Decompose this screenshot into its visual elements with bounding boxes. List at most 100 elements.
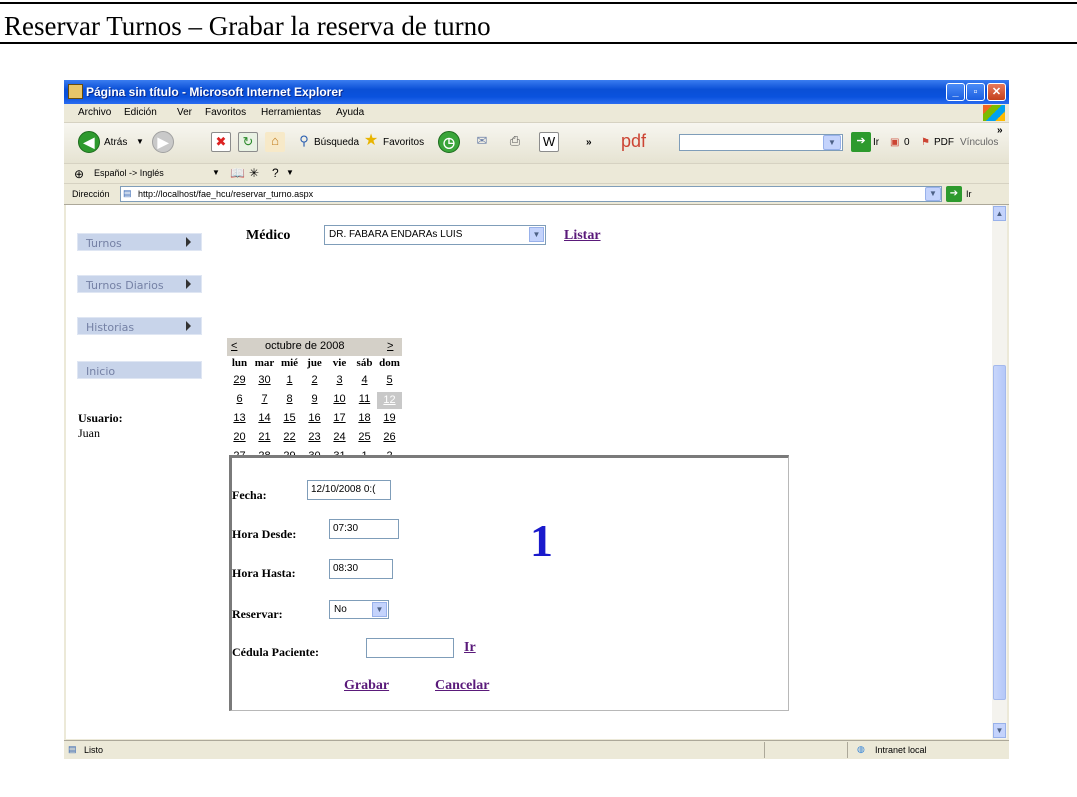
adobe-pdf-icon[interactable]: ⚑	[921, 137, 930, 148]
translation-language[interactable]: Español -> Inglés	[94, 168, 164, 178]
stop-icon[interactable]: ✖	[211, 132, 231, 152]
back-arrow-icon[interactable]: ◀	[78, 131, 100, 153]
cancelar-link[interactable]: Cancelar	[435, 678, 489, 694]
pdf-search-input[interactable]	[679, 134, 843, 151]
calendar-day[interactable]: 23	[302, 431, 327, 443]
address-dropdown-icon[interactable]: ▼	[925, 187, 941, 201]
scroll-thumb[interactable]	[993, 365, 1006, 700]
print-icon[interactable]: ⎙	[505, 132, 525, 152]
menu-ayuda[interactable]: Ayuda	[336, 107, 364, 118]
ir-link[interactable]: Ir	[464, 640, 476, 656]
calendar-day[interactable]: 22	[277, 431, 302, 443]
address-bar: Dirección ▤ http://localhost/fae_hcu/res…	[64, 184, 1009, 205]
fecha-input[interactable]: 12/10/2008 0:(	[307, 480, 391, 500]
calendar-day[interactable]: 29	[227, 374, 252, 386]
links-chevron-icon[interactable]: »	[997, 125, 1003, 136]
menu-ver[interactable]: Ver	[177, 107, 192, 118]
maximize-button[interactable]: ▫	[966, 83, 985, 101]
pdf-toolbar-label[interactable]: pdf	[621, 131, 646, 152]
translate-dictionary-icon[interactable]: ✳	[249, 166, 259, 180]
calendar-day[interactable]: 15	[277, 412, 302, 424]
search-icon[interactable]: ⚲	[294, 132, 314, 152]
history-icon[interactable]: ◷	[438, 131, 460, 153]
sidebar-item-label: Turnos Diarios	[86, 279, 164, 292]
calendar-day[interactable]: 17	[327, 412, 352, 424]
calendar-day[interactable]: 30	[252, 374, 277, 386]
calendar-day[interactable]: 21	[252, 431, 277, 443]
translation-dropdown-icon[interactable]: ▼	[212, 168, 220, 177]
home-icon[interactable]: ⌂	[265, 132, 285, 152]
calendar-next-link[interactable]: >	[387, 340, 393, 352]
hora-hasta-input[interactable]: 08:30	[329, 559, 393, 579]
grabar-link[interactable]: Grabar	[344, 678, 389, 694]
favorites-button-label[interactable]: Favoritos	[383, 137, 424, 148]
calendar-day[interactable]: 4	[352, 374, 377, 386]
window-title: Página sin título - Microsoft Internet E…	[86, 85, 343, 99]
toolbar-chevron-icon[interactable]: »	[586, 137, 592, 148]
sidebar-item-historias[interactable]: Historias	[77, 317, 202, 335]
go-arrow-icon[interactable]: ➔	[851, 132, 871, 152]
doctor-select[interactable]: DR. FABARA ENDARAs LUIS ▼	[324, 225, 546, 245]
links-label[interactable]: Vínculos	[960, 137, 998, 148]
translate-book-icon[interactable]: 📖	[230, 166, 245, 180]
calendar-week-row: 13 14 15 16 17 18 19	[227, 411, 402, 430]
calendar-day[interactable]: 1	[277, 374, 302, 386]
help-icon[interactable]: ?	[272, 166, 279, 180]
menu-archivo[interactable]: Archivo	[78, 107, 111, 118]
address-go-label[interactable]: Ir	[966, 189, 972, 199]
calendar-day[interactable]: 8	[277, 393, 302, 405]
calendar-day[interactable]: 5	[377, 374, 402, 386]
calendar-day[interactable]: 13	[227, 412, 252, 424]
calendar-day[interactable]: 18	[352, 412, 377, 424]
calendar-day[interactable]: 9	[302, 393, 327, 405]
scroll-down-icon[interactable]: ▼	[993, 723, 1006, 738]
sidebar-item-turnos[interactable]: Turnos	[77, 233, 202, 251]
forward-arrow-icon[interactable]: ▶	[152, 131, 174, 153]
pdf-button-label[interactable]: PDF	[934, 137, 954, 148]
calendar-day-selected[interactable]: 12	[377, 392, 402, 409]
calendar-day[interactable]: 24	[327, 431, 352, 443]
hora-desde-input[interactable]: 07:30	[329, 519, 399, 539]
calendar-week-row: 20 21 22 23 24 25 26	[227, 430, 402, 449]
calendar-day[interactable]: 11	[352, 393, 377, 405]
status-divider	[764, 742, 765, 758]
listar-link[interactable]: Listar	[564, 228, 601, 244]
pdf-page-icon[interactable]: ▣	[890, 137, 899, 148]
address-go-icon[interactable]: ➔	[946, 186, 962, 202]
menu-edicion[interactable]: Edición	[124, 107, 157, 118]
calendar-day[interactable]: 16	[302, 412, 327, 424]
cedula-input[interactable]	[366, 638, 454, 658]
calendar-day[interactable]: 20	[227, 431, 252, 443]
calendar-day[interactable]: 25	[352, 431, 377, 443]
calendar-day[interactable]: 2	[302, 374, 327, 386]
scroll-up-icon[interactable]: ▲	[993, 206, 1006, 221]
calendar-day[interactable]: 26	[377, 431, 402, 443]
word-edit-icon[interactable]: W	[539, 132, 559, 152]
sidebar-item-turnos-diarios[interactable]: Turnos Diarios	[77, 275, 202, 293]
calendar-prev-link[interactable]: <	[231, 340, 237, 352]
calendar-day[interactable]: 10	[327, 393, 352, 405]
calendar-weekday: jue	[307, 357, 322, 369]
vertical-scrollbar[interactable]: ▲ ▼	[992, 205, 1007, 739]
menu-favoritos[interactable]: Favoritos	[205, 107, 246, 118]
help-dropdown-icon[interactable]: ▼	[286, 168, 294, 177]
calendar-day[interactable]: 7	[252, 393, 277, 405]
calendar-day[interactable]: 19	[377, 412, 402, 424]
favorites-star-icon[interactable]: ★	[361, 132, 381, 152]
close-button[interactable]: ✕	[987, 83, 1006, 101]
go-button-label[interactable]: Ir	[873, 137, 879, 148]
back-button-label[interactable]: Atrás	[104, 137, 127, 148]
refresh-icon[interactable]: ↻	[238, 132, 258, 152]
calendar-day[interactable]: 3	[327, 374, 352, 386]
address-input[interactable]: ▤ http://localhost/fae_hcu/reservar_turn…	[120, 186, 942, 202]
calendar-day[interactable]: 14	[252, 412, 277, 424]
calendar-day[interactable]: 6	[227, 393, 252, 405]
search-button-label[interactable]: Búsqueda	[314, 137, 359, 148]
mail-icon[interactable]: ✉	[472, 132, 492, 152]
pdf-dropdown-icon[interactable]: ▼	[823, 135, 841, 150]
menu-herramientas[interactable]: Herramientas	[261, 107, 321, 118]
reservar-select[interactable]: No ▼	[329, 600, 389, 619]
sidebar-item-inicio[interactable]: Inicio	[77, 361, 202, 379]
back-dropdown-icon[interactable]: ▼	[136, 137, 144, 146]
minimize-button[interactable]: _	[946, 83, 965, 101]
